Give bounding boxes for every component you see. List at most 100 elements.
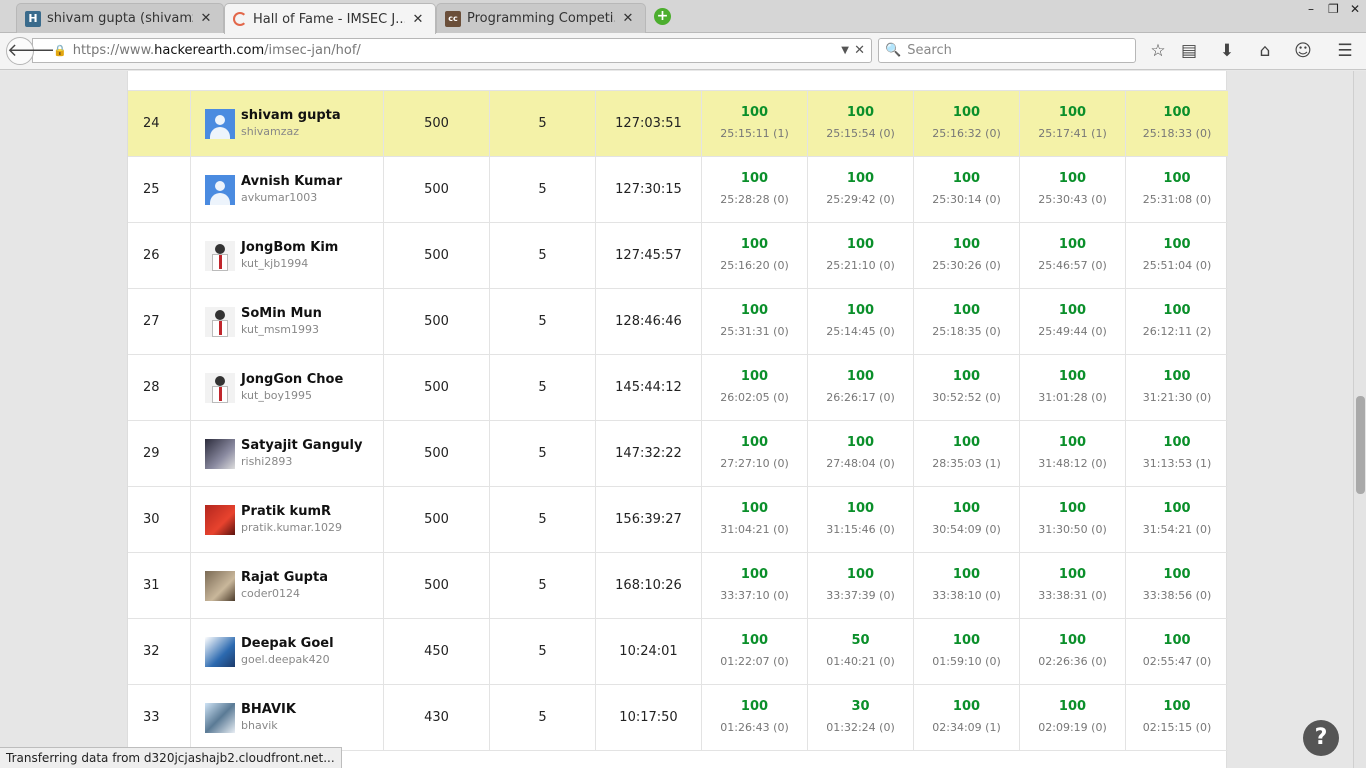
problem-cell: 50 01:40:21 (0) xyxy=(808,619,914,684)
avatar[interactable] xyxy=(205,372,235,403)
problem-cell: 100 25:30:43 (0) xyxy=(1020,157,1126,222)
problem-time: 31:01:28 (0) xyxy=(1038,390,1107,404)
tab-programming-competition[interactable]: cc Programming Competi... ✕ xyxy=(436,3,646,33)
problem-cell: 100 25:16:32 (0) xyxy=(914,91,1020,156)
problem-cell: 100 01:59:10 (0) xyxy=(914,619,1020,684)
back-button[interactable]: 🡐 xyxy=(6,37,55,65)
problem-cell: 100 02:34:09 (1) xyxy=(914,685,1020,750)
user-name-link[interactable]: Pratik kumR xyxy=(241,504,342,520)
search-input[interactable]: 🔍 Search xyxy=(878,38,1136,63)
user-cell: Satyajit Ganguly rishi2893 xyxy=(191,421,384,486)
problem-time: 31:15:46 (0) xyxy=(826,522,895,536)
problem-score: 100 xyxy=(952,236,981,252)
problem-score: 100 xyxy=(846,368,875,384)
tab-hall-of-fame[interactable]: Hall of Fame - IMSEC J... ✕ xyxy=(224,3,436,34)
avatar[interactable] xyxy=(205,174,235,205)
help-icon[interactable]: ? xyxy=(1303,720,1339,756)
table-row: 31 Rajat Gupta coder0124 500 5 168:10:26 100 33… xyxy=(128,553,1228,619)
tab-shivam-profile[interactable]: H shivam gupta (shivamz... ✕ xyxy=(16,3,224,33)
close-icon[interactable]: ✕ xyxy=(621,11,635,26)
problem-cell: 100 31:54:21 (0) xyxy=(1126,487,1228,552)
minimize-icon[interactable]: – xyxy=(1308,2,1314,16)
download-icon[interactable]: ⬇ xyxy=(1216,41,1238,61)
problem-time: 25:16:32 (0) xyxy=(932,126,1001,140)
problem-cell: 30 01:32:24 (0) xyxy=(808,685,914,750)
problem-score: 100 xyxy=(740,170,769,186)
problem-time: 25:49:44 (0) xyxy=(1038,324,1107,338)
user-handle: avkumar1003 xyxy=(241,190,318,204)
problem-cell: 100 33:37:39 (0) xyxy=(808,553,914,618)
avatar[interactable] xyxy=(205,438,235,469)
problem-cell: 100 02:26:36 (0) xyxy=(1020,619,1126,684)
scrollbar[interactable] xyxy=(1353,71,1366,768)
problem-score: 100 xyxy=(1163,434,1191,450)
problem-time: 02:55:47 (0) xyxy=(1142,654,1212,668)
problem-time: 02:34:09 (1) xyxy=(932,720,1001,734)
problem-score: 100 xyxy=(846,500,875,516)
problem-cell: 100 02:15:15 (0) xyxy=(1126,685,1228,750)
rank-cell: 31 xyxy=(128,553,191,618)
total-time-cell: 127:30:15 xyxy=(596,157,702,222)
problem-cell: 100 26:26:17 (0) xyxy=(808,355,914,420)
rank-cell: 30 xyxy=(128,487,191,552)
user-name-link[interactable]: Rajat Gupta xyxy=(241,570,328,586)
close-icon[interactable]: ✕ xyxy=(411,12,425,27)
problem-score: 100 xyxy=(846,302,875,318)
url-path: /imsec-jan/hof/ xyxy=(264,43,361,58)
problem-time: 27:27:10 (0) xyxy=(720,456,789,470)
problem-cell: 100 25:15:54 (0) xyxy=(808,91,914,156)
home-icon[interactable]: ⌂ xyxy=(1254,41,1276,61)
bookmark-star-icon[interactable]: ☆ xyxy=(1147,41,1169,61)
user-name-link[interactable]: JongBom Kim xyxy=(241,240,338,256)
codechef-icon: cc xyxy=(445,10,461,27)
stop-icon[interactable]: ✕ xyxy=(854,43,865,58)
solved-cell: 5 xyxy=(490,619,596,684)
user-name-link[interactable]: Avnish Kumar xyxy=(241,174,342,190)
rank-cell: 27 xyxy=(128,289,191,354)
avatar[interactable] xyxy=(205,504,235,535)
scrollbar-thumb[interactable] xyxy=(1356,396,1365,494)
chat-icon[interactable]: ☺ xyxy=(1292,41,1314,61)
avatar[interactable] xyxy=(205,108,235,139)
avatar[interactable] xyxy=(205,570,235,601)
problem-cell: 100 01:26:43 (0) xyxy=(702,685,808,750)
score-cell: 500 xyxy=(384,355,490,420)
user-name-link[interactable]: SoMin Mun xyxy=(241,306,322,322)
window-close-icon[interactable]: ✕ xyxy=(1350,2,1360,16)
total-time-cell: 156:39:27 xyxy=(596,487,702,552)
problem-time: 31:48:12 (0) xyxy=(1038,456,1107,470)
maximize-icon[interactable]: ❐ xyxy=(1328,2,1339,16)
reading-list-icon[interactable]: ▤ xyxy=(1178,41,1200,61)
problem-time: 01:40:21 (0) xyxy=(826,654,895,668)
avatar[interactable] xyxy=(205,306,235,337)
problem-cell: 100 25:14:45 (0) xyxy=(808,289,914,354)
problem-cell: 100 33:38:31 (0) xyxy=(1020,553,1126,618)
avatar[interactable] xyxy=(205,240,235,271)
user-name-link[interactable]: Satyajit Ganguly xyxy=(241,438,362,454)
user-cell: JongGon Choe kut_boy1995 xyxy=(191,355,384,420)
lock-icon: 🔒 xyxy=(53,44,67,57)
menu-icon[interactable]: ☰ xyxy=(1334,41,1356,61)
new-tab-plus-icon[interactable]: + xyxy=(654,8,671,25)
problem-cell: 100 31:13:53 (1) xyxy=(1126,421,1228,486)
url-bar[interactable]: 🔒 https://www. hackerearth.com /imsec-ja… xyxy=(32,38,872,63)
problem-time: 25:31:31 (0) xyxy=(720,324,789,338)
dropdown-arrow-icon[interactable]: ▼ xyxy=(841,45,849,56)
problem-score: 100 xyxy=(1058,302,1087,318)
problem-time: 25:15:11 (1) xyxy=(720,126,789,140)
avatar[interactable] xyxy=(205,702,235,733)
problem-time: 31:13:53 (1) xyxy=(1142,456,1212,470)
rank-cell: 26 xyxy=(128,223,191,288)
problem-time: 25:18:35 (0) xyxy=(932,324,1001,338)
problem-score: 100 xyxy=(1058,434,1087,450)
problem-cell: 100 30:54:09 (0) xyxy=(914,487,1020,552)
user-name-link[interactable]: Deepak Goel xyxy=(241,636,334,652)
user-name-link[interactable]: JongGon Choe xyxy=(241,372,343,388)
close-icon[interactable]: ✕ xyxy=(199,11,213,26)
avatar[interactable] xyxy=(205,636,235,667)
user-name-link[interactable]: shivam gupta xyxy=(241,108,341,124)
solved-cell: 5 xyxy=(490,223,596,288)
user-name-link[interactable]: BHAVIK xyxy=(241,702,296,718)
table-row: 32 Deepak Goel goel.deepak420 450 5 10:24:01 1… xyxy=(128,619,1228,685)
problem-cell: 100 25:16:20 (0) xyxy=(702,223,808,288)
